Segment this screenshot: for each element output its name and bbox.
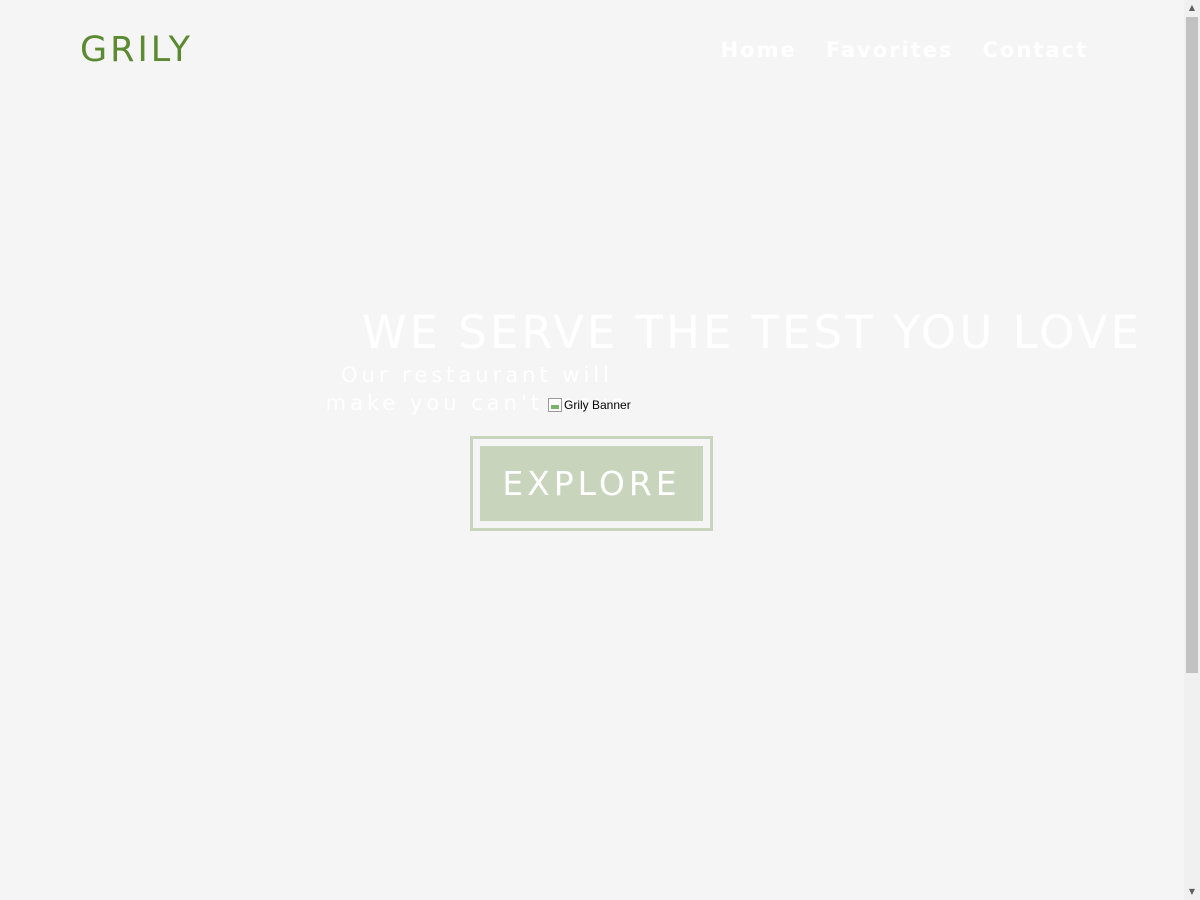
nav-link-home[interactable]: Home bbox=[721, 38, 797, 62]
banner-image: Grily Banner bbox=[548, 398, 631, 412]
nav-link-favorites[interactable]: Favorites bbox=[826, 38, 954, 62]
scroll-down-icon[interactable]: ▼ bbox=[1184, 884, 1200, 900]
vertical-scrollbar[interactable]: ▲ ▼ bbox=[1184, 0, 1200, 900]
hero-title: WE SERVE THE TEST YOU LOVE bbox=[362, 306, 1142, 359]
explore-button[interactable]: EXPLORE bbox=[480, 446, 703, 521]
explore-button-frame: EXPLORE bbox=[470, 436, 713, 531]
main-nav: Home Favorites Contact bbox=[721, 38, 1088, 62]
banner-image-alt-text: Grily Banner bbox=[564, 398, 631, 412]
page: GRILY Home Favorites Contact WE SERVE TH… bbox=[0, 0, 1184, 900]
scroll-up-icon[interactable]: ▲ bbox=[1184, 0, 1200, 16]
broken-image-icon bbox=[548, 398, 562, 412]
site-logo[interactable]: GRILY bbox=[80, 30, 193, 70]
scroll-thumb[interactable] bbox=[1186, 17, 1198, 673]
nav-link-contact[interactable]: Contact bbox=[983, 38, 1089, 62]
